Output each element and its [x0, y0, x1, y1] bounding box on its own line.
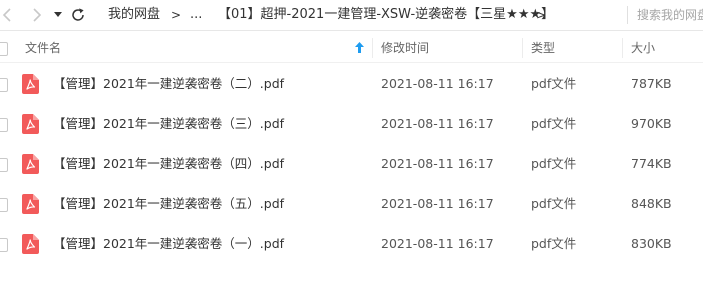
history-dropdown-button[interactable]	[51, 3, 65, 27]
search-input[interactable]	[637, 4, 703, 26]
file-row[interactable]: 【管理】2021年一建逆袭密卷（五）.pdf 2021-08-11 16:17 …	[0, 184, 703, 224]
column-header-name[interactable]: 文件名	[25, 34, 61, 62]
select-all-checkbox[interactable]	[0, 42, 8, 56]
file-modified: 2021-08-11 16:17	[381, 116, 494, 131]
breadcrumb-separator: >	[536, 8, 547, 22]
refresh-button[interactable]	[68, 3, 88, 27]
breadcrumb-separator: >	[171, 8, 182, 22]
file-name[interactable]: 【管理】2021年一建逆袭密卷（五）.pdf	[53, 184, 284, 224]
file-size: 848KB	[631, 196, 672, 211]
search-divider	[627, 6, 628, 24]
file-name[interactable]: 【管理】2021年一建逆袭密卷（四）.pdf	[53, 144, 284, 184]
file-type: pdf文件	[531, 116, 577, 131]
column-header-size[interactable]: 大小	[631, 34, 655, 62]
file-type: pdf文件	[531, 156, 577, 171]
chevron-right-icon	[33, 8, 42, 22]
pdf-file-icon	[22, 234, 39, 254]
file-name[interactable]: 【管理】2021年一建逆袭密卷（二）.pdf	[53, 64, 284, 104]
file-modified: 2021-08-11 16:17	[381, 76, 494, 91]
file-type: pdf文件	[531, 76, 577, 91]
sort-ascending-arrow-icon[interactable]	[355, 42, 364, 53]
file-row[interactable]: 【管理】2021年一建逆袭密卷（一）.pdf 2021-08-11 16:17 …	[0, 224, 703, 264]
row-checkbox[interactable]	[0, 198, 8, 212]
breadcrumb-current-folder[interactable]: 【01】超押-2021一建管理-XSW-逆袭密卷【三星★★★】	[218, 0, 554, 30]
navigation-bar: 我的网盘 > ... 【01】超押-2021一建管理-XSW-逆袭密卷【三星★★…	[0, 0, 703, 31]
pdf-file-icon	[22, 154, 39, 174]
file-name[interactable]: 【管理】2021年一建逆袭密卷（三）.pdf	[53, 104, 284, 144]
file-modified: 2021-08-11 16:17	[381, 236, 494, 251]
file-row[interactable]: 【管理】2021年一建逆袭密卷（二）.pdf 2021-08-11 16:17 …	[0, 64, 703, 104]
column-header-type[interactable]: 类型	[531, 34, 555, 62]
pdf-file-icon	[22, 194, 39, 214]
chevron-left-icon	[2, 8, 11, 22]
row-checkbox[interactable]	[0, 158, 8, 172]
pdf-file-icon	[22, 74, 39, 94]
file-name[interactable]: 【管理】2021年一建逆袭密卷（一）.pdf	[53, 224, 284, 264]
file-row[interactable]: 【管理】2021年一建逆袭密卷（三）.pdf 2021-08-11 16:17 …	[0, 104, 703, 144]
file-size: 774KB	[631, 156, 672, 171]
file-size: 787KB	[631, 76, 672, 91]
file-modified: 2021-08-11 16:17	[381, 156, 494, 171]
file-list: 【管理】2021年一建逆袭密卷（二）.pdf 2021-08-11 16:17 …	[0, 64, 703, 264]
forward-button[interactable]	[28, 3, 46, 27]
file-list-header: 文件名 修改时间 类型 大小	[0, 34, 703, 63]
row-checkbox[interactable]	[0, 78, 8, 92]
file-manager-window: 我的网盘 > ... 【01】超押-2021一建管理-XSW-逆袭密卷【三星★★…	[0, 0, 703, 282]
row-checkbox[interactable]	[0, 118, 8, 132]
column-divider[interactable]	[372, 38, 373, 58]
breadcrumb-root[interactable]: 我的网盘	[108, 0, 160, 30]
file-size: 830KB	[631, 236, 672, 251]
column-header-modified[interactable]: 修改时间	[381, 34, 429, 62]
pdf-file-icon	[22, 114, 39, 134]
breadcrumb-ellipsis[interactable]: ...	[190, 0, 202, 30]
refresh-icon	[72, 8, 84, 21]
file-row[interactable]: 【管理】2021年一建逆袭密卷（四）.pdf 2021-08-11 16:17 …	[0, 144, 703, 184]
file-type: pdf文件	[531, 236, 577, 251]
caret-down-icon	[54, 12, 62, 17]
file-type: pdf文件	[531, 196, 577, 211]
file-modified: 2021-08-11 16:17	[381, 196, 494, 211]
back-button[interactable]	[0, 3, 16, 27]
row-checkbox[interactable]	[0, 238, 8, 252]
column-divider[interactable]	[522, 38, 523, 58]
column-divider[interactable]	[622, 38, 623, 58]
file-size: 970KB	[631, 116, 672, 131]
